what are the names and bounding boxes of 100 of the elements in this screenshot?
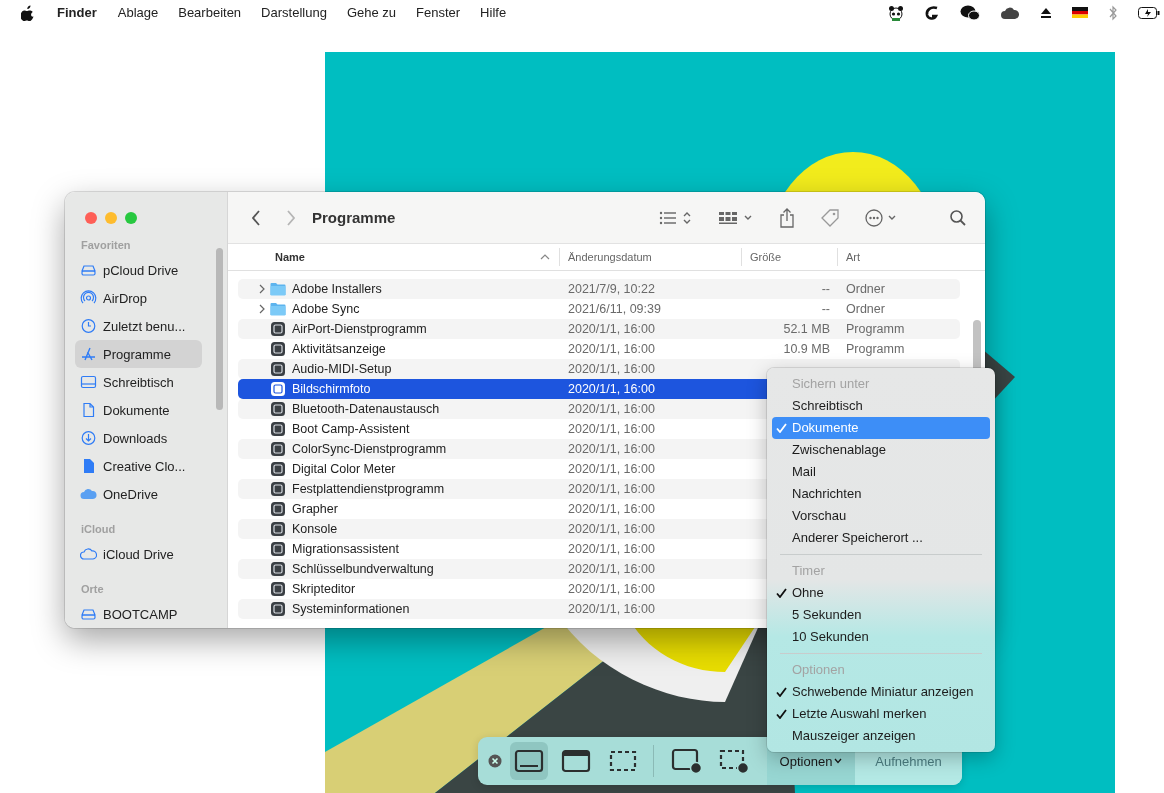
sidebar-item[interactable]: Creative Clo...: [75, 452, 202, 480]
menu-item[interactable]: Letzte Auswahl merken: [772, 703, 990, 725]
screen-icon: [513, 747, 545, 775]
app-icon: [270, 581, 286, 597]
column-header[interactable]: Änderungsdatum: [560, 248, 742, 266]
menu-section-header: Optionen: [791, 661, 846, 679]
app-icon: [270, 561, 286, 577]
sidebar-item[interactable]: Programme: [75, 340, 202, 368]
date-cell-text: 2020/1/1, 16:00: [567, 582, 656, 596]
file-row[interactable]: AirPort-Dienstprogramm 2020/1/1, 16:00 52.1 MB Programm: [238, 319, 960, 339]
caret-icon: [834, 758, 843, 764]
sidebar-item[interactable]: BOOTCAMP: [75, 600, 202, 628]
file-name: Migrationsassistent: [292, 542, 399, 556]
menu-item[interactable]: Schwebende Miniatur anzeigen: [772, 681, 990, 703]
menu-bar-item[interactable]: Gehe zu: [346, 5, 397, 20]
chat-bubbles-icon[interactable]: [960, 4, 980, 21]
menu-bar-item[interactable]: Darstellung: [261, 5, 327, 20]
file-row[interactable]: Aktivitätsanzeige 2020/1/1, 16:00 10.9 MB Programm: [238, 339, 960, 359]
sidebar-item[interactable]: Schreibtisch: [75, 368, 202, 396]
sidebar-item[interactable]: OneDrive: [75, 480, 202, 508]
apple-logo-icon[interactable]: [21, 4, 35, 21]
cloud-icon: [80, 486, 97, 502]
tag-icon[interactable]: [820, 207, 840, 228]
checkmark-icon: [776, 588, 787, 598]
window-icon: [560, 747, 592, 775]
app-icon: [270, 601, 286, 617]
cloud-icon[interactable]: [1000, 5, 1020, 20]
app-icon: [270, 501, 286, 517]
file-name: Bluetooth-Datenaustausch: [292, 402, 440, 416]
file-name: Adobe Sync: [292, 302, 360, 316]
kind-cell: Ordner: [846, 282, 885, 296]
file-name: Systeminformationen: [292, 602, 410, 616]
flag-icon[interactable]: [1072, 7, 1088, 18]
sidebar-item[interactable]: AirDrop: [75, 284, 202, 312]
date-cell-text: 2020/1/1, 16:00: [567, 482, 656, 496]
file-name: Schlüsselbundverwaltung: [292, 562, 434, 576]
column-header[interactable]: Name: [228, 248, 560, 266]
file-name: Adobe Installers: [292, 282, 382, 296]
app-icon: [270, 481, 286, 497]
menu-item[interactable]: 10 Sekunden: [772, 626, 990, 648]
column-header[interactable]: Größe: [742, 248, 838, 266]
swirl-icon[interactable]: [924, 4, 940, 21]
file-name: Konsole: [292, 522, 338, 536]
app-icon: [270, 461, 286, 477]
window-title: Programme: [312, 209, 396, 226]
folder-icon: [270, 282, 286, 296]
app-icon: [270, 381, 286, 397]
size-cell: 52.1 MB: [783, 322, 830, 336]
grid-view-icon[interactable]: [718, 209, 754, 226]
sidebar-item[interactable]: Zuletzt benu...: [75, 312, 202, 340]
menu-bar-item[interactable]: Hilfe: [480, 5, 507, 20]
bluetooth-icon[interactable]: [1108, 4, 1118, 21]
sidebar-item[interactable]: Downloads: [75, 424, 202, 452]
date-cell-text: 2020/1/1, 16:00: [567, 362, 656, 376]
panda-icon[interactable]: [888, 4, 904, 21]
kind-cell: Programm: [846, 342, 905, 356]
disclosure-chevron-icon[interactable]: [259, 304, 265, 314]
battery-icon[interactable]: [1138, 6, 1160, 19]
sidebar-section-header: iCloud: [80, 522, 117, 537]
close-icon[interactable]: [488, 754, 502, 768]
file-row[interactable]: Adobe Sync 2021/6/11, 09:39 -- Ordner: [238, 299, 960, 319]
menu-bar-item[interactable]: Fenster: [416, 5, 461, 20]
sidebar-section-header: Favoriten: [80, 238, 132, 253]
record-selection-icon: [718, 747, 750, 775]
share-icon[interactable]: [779, 207, 795, 228]
back-icon[interactable]: [251, 209, 261, 226]
search-icon[interactable]: [949, 208, 967, 227]
date-cell-text: 2020/1/1, 16:00: [567, 602, 656, 616]
desktop-icon: [80, 374, 97, 390]
file-name: Boot Camp-Assistent: [292, 422, 410, 436]
disclosure-chevron-icon[interactable]: [259, 284, 265, 294]
menu-section-header: Timer: [791, 562, 826, 580]
folder-icon: [270, 302, 286, 316]
date-cell-text: 2020/1/1, 16:00: [567, 422, 656, 436]
date-cell-text: 2020/1/1, 16:00: [567, 562, 656, 576]
column-header[interactable]: Art: [838, 248, 960, 266]
drive-icon: [80, 606, 97, 622]
size-cell: --: [821, 302, 830, 316]
file-name: Grapher: [292, 502, 338, 516]
file-name: Digital Color Meter: [292, 462, 396, 476]
date-cell-text: 2020/1/1, 16:00: [567, 382, 656, 396]
app-icon: [270, 321, 286, 337]
app-icon: [270, 341, 286, 357]
menu-bar-item[interactable]: Ablage: [117, 5, 159, 20]
eject-icon[interactable]: [1040, 6, 1052, 19]
file-name: Skripteditor: [292, 582, 356, 596]
sidebar-item[interactable]: iCloud Drive: [75, 540, 202, 568]
size-cell: --: [821, 282, 830, 296]
menu-app-name[interactable]: Finder: [57, 5, 97, 20]
file-row[interactable]: Adobe Installers 2021/7/9, 10:22 -- Ordner: [238, 279, 960, 299]
menu-bar-item[interactable]: Bearbeiten: [178, 5, 242, 20]
screen-mode-button[interactable]: [510, 742, 548, 780]
app-icon: [270, 441, 286, 457]
checkmark-icon: [776, 687, 787, 697]
sidebar-item[interactable]: pCloud Drive: [75, 256, 202, 284]
scrollbar[interactable]: [216, 248, 223, 410]
sidebar-item[interactable]: Dokumente: [75, 396, 202, 424]
file-name: Festplattendienstprogramm: [292, 482, 445, 496]
app-icon: [270, 401, 286, 417]
list-view-icon[interactable]: [659, 209, 693, 226]
